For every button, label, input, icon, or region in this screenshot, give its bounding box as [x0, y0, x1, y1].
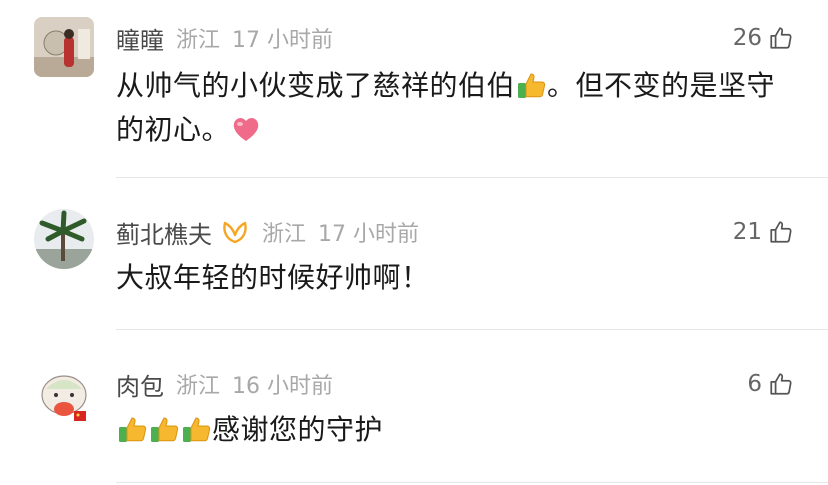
like-button[interactable]: 6 — [747, 366, 794, 402]
thumbs-up-icon — [183, 417, 211, 442]
thumbs-up-icon — [119, 417, 147, 442]
thumbs-up-icon — [770, 27, 792, 49]
divider — [116, 177, 828, 178]
like-count: 21 — [732, 219, 762, 245]
username[interactable]: 瞳瞳 — [116, 21, 164, 56]
comment-text-part: 感谢您的守护 — [212, 413, 384, 446]
timestamp: 17 小时前 — [232, 28, 334, 53]
comment-item: 蓟北樵夫 浙江 17 小时前 21 大叔年轻的时候好帅啊！ — [0, 180, 828, 330]
vip-badge-icon — [223, 221, 247, 244]
timestamp: 16 小时前 — [232, 374, 334, 399]
comment-text: 从帅气的小伙变成了慈祥的伯伯 。但不变的是坚守的初心。 — [116, 64, 796, 152]
divider — [116, 482, 828, 483]
comment-text-part: 从帅气的小伙变成了慈祥的伯伯 — [116, 69, 516, 102]
comment-header: 蓟北樵夫 浙江 17 小时前 — [116, 214, 419, 250]
like-count: 6 — [747, 371, 762, 397]
like-button[interactable]: 21 — [733, 214, 794, 250]
comment-item: 肉包 浙江 16 小时前 6 感谢您的守护 — [0, 330, 828, 485]
comment-header: 肉包 浙江 16 小时前 — [116, 366, 333, 402]
username[interactable]: 肉包 — [116, 367, 164, 402]
comment-text: 感谢您的守护 — [116, 408, 796, 452]
comment-text: 大叔年轻的时候好帅啊！ — [116, 261, 430, 294]
like-button[interactable]: 26 — [733, 20, 794, 56]
like-count: 26 — [732, 25, 762, 51]
comment-header: 瞳瞳 浙江 17 小时前 — [116, 20, 333, 56]
timestamp: 17 小时前 — [318, 222, 420, 247]
thumbs-up-icon — [518, 73, 546, 98]
location: 浙江 — [176, 28, 221, 53]
avatar[interactable] — [34, 209, 94, 269]
thumbs-up-icon — [151, 417, 179, 442]
thumbs-up-icon — [770, 221, 792, 243]
heart-icon — [233, 118, 259, 141]
location: 浙江 — [262, 222, 307, 247]
username[interactable]: 蓟北樵夫 — [116, 215, 212, 250]
avatar[interactable] — [34, 17, 94, 77]
location: 浙江 — [176, 374, 221, 399]
comment-item: 瞳瞳 浙江 17 小时前 26 从帅气的小伙变成了慈祥的伯伯 。但不变的是坚守的… — [0, 0, 828, 180]
avatar[interactable] — [34, 365, 94, 425]
thumbs-up-icon — [770, 373, 792, 395]
